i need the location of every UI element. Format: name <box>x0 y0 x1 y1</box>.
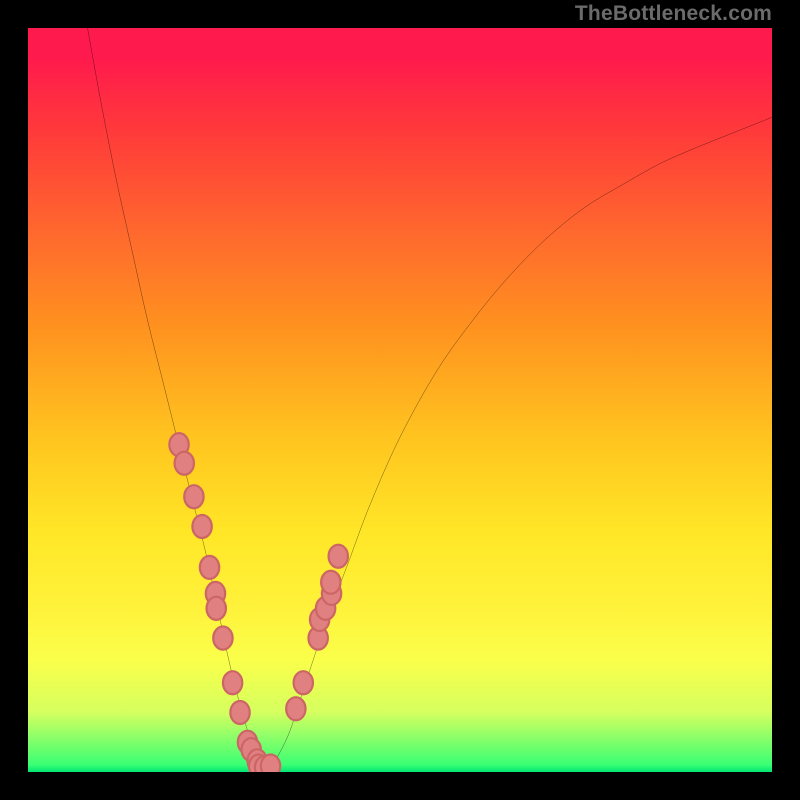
data-point <box>207 597 226 620</box>
data-point <box>321 571 340 594</box>
data-point <box>200 556 219 579</box>
data-point <box>261 755 280 772</box>
outer-frame: TheBottleneck.com <box>0 0 800 800</box>
plot-area <box>28 28 772 772</box>
data-point <box>184 485 203 508</box>
data-point <box>213 627 232 650</box>
dots-layer <box>28 28 772 772</box>
watermark-text: TheBottleneck.com <box>575 2 772 26</box>
data-point <box>286 697 305 720</box>
data-point <box>223 671 242 694</box>
data-point <box>329 545 348 568</box>
data-point <box>175 452 194 475</box>
data-point <box>192 515 211 538</box>
data-point <box>230 701 249 724</box>
data-point <box>294 671 313 694</box>
dot-cluster-right <box>286 545 348 721</box>
dot-cluster-left <box>169 433 280 772</box>
